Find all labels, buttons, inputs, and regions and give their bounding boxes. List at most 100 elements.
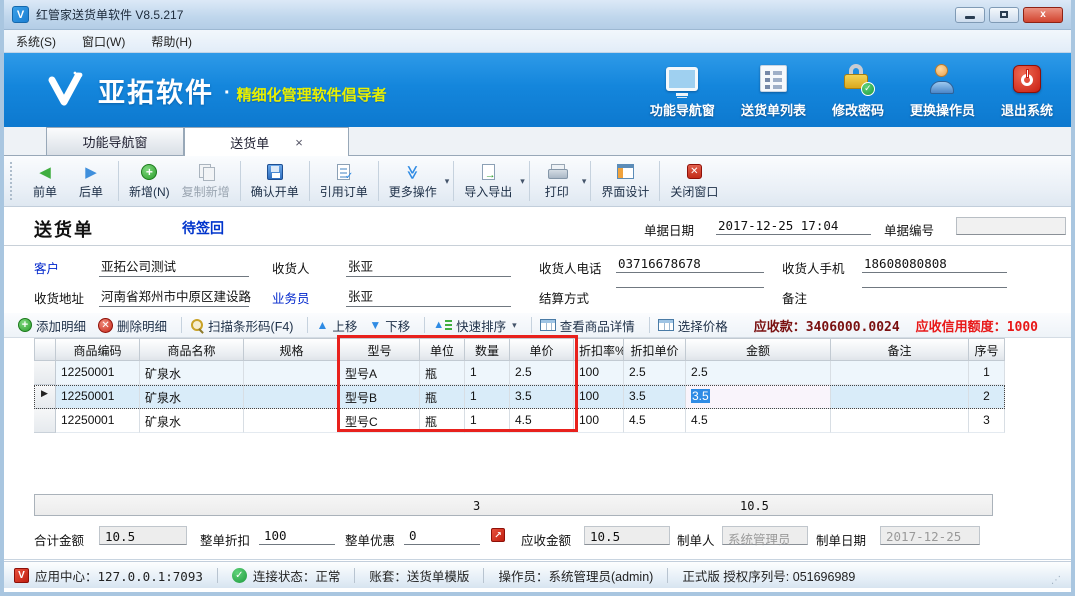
import-export-button[interactable]: 导入导出 bbox=[458, 161, 518, 202]
table-cell[interactable]: 4.5 bbox=[510, 409, 574, 433]
maximize-button[interactable] bbox=[989, 7, 1019, 23]
table-cell[interactable]: 2.5 bbox=[510, 361, 574, 385]
copy-new-button[interactable]: 复制新增 bbox=[176, 161, 236, 202]
reference-order-button[interactable]: ✓ 引用订单 bbox=[314, 161, 374, 202]
ui-design-button[interactable]: 界面设计 bbox=[595, 161, 655, 202]
menu-window[interactable]: 窗口(W) bbox=[82, 33, 125, 50]
column-header-4[interactable]: 型号 bbox=[340, 338, 420, 361]
total-field[interactable]: 10.5 bbox=[99, 526, 187, 545]
move-up-button[interactable]: ▲ 上移 bbox=[316, 316, 357, 335]
menu-system[interactable]: 系统(S) bbox=[16, 33, 56, 50]
column-header-8[interactable]: 折扣率% bbox=[574, 338, 624, 361]
table-cell[interactable] bbox=[831, 409, 969, 433]
table-cell[interactable]: 瓶 bbox=[420, 409, 465, 433]
toolbar-grip[interactable] bbox=[10, 162, 14, 200]
table-cell[interactable]: 2.5 bbox=[686, 361, 831, 385]
column-header-9[interactable]: 折扣单价 bbox=[624, 338, 686, 361]
view-product-button[interactable]: 查看商品详情 bbox=[540, 316, 635, 335]
salesman-label[interactable]: 业务员 bbox=[272, 288, 310, 307]
more-actions-button[interactable]: ≫ 更多操作 bbox=[383, 161, 443, 202]
table-row[interactable]: 12250001矿泉水型号A瓶12.51002.52.51 bbox=[34, 361, 1005, 385]
table-cell[interactable]: 3.5 bbox=[686, 385, 831, 409]
quick-sort-button[interactable]: ▲ 快速排序 ▾ bbox=[433, 316, 516, 335]
nav-window-button[interactable]: 功能导航窗 bbox=[650, 62, 715, 119]
delivery-list-button[interactable]: 送货单列表 bbox=[741, 62, 806, 119]
discount-field[interactable]: 100 bbox=[259, 526, 335, 545]
column-header-2[interactable]: 商品名称 bbox=[140, 338, 244, 361]
minimize-button[interactable] bbox=[955, 7, 985, 23]
tab-delivery-note[interactable]: 送货单 × bbox=[184, 127, 349, 156]
column-header-10[interactable]: 金额 bbox=[686, 338, 831, 361]
table-row[interactable]: 12250001矿泉水型号C瓶14.51004.54.53 bbox=[34, 409, 1005, 433]
table-cell[interactable]: 矿泉水 bbox=[140, 361, 244, 385]
prev-doc-button[interactable]: ◀ 前单 bbox=[22, 161, 68, 202]
tab-close-icon[interactable]: × bbox=[295, 135, 303, 150]
table-cell[interactable]: 100 bbox=[574, 361, 624, 385]
table-row[interactable]: ▶12250001矿泉水型号B瓶13.51003.53.52 bbox=[34, 385, 1005, 409]
doc-no-field[interactable] bbox=[956, 217, 1066, 235]
mobile-field[interactable]: 18608080808 bbox=[862, 256, 1007, 273]
address-field[interactable]: 河南省郑州市中原区建设路 bbox=[99, 286, 249, 307]
more-actions-caret-icon[interactable]: ▾ bbox=[445, 176, 450, 187]
table-cell[interactable] bbox=[244, 409, 340, 433]
table-cell[interactable]: 型号C bbox=[340, 409, 420, 433]
resize-grip[interactable]: ⋰ bbox=[1051, 575, 1061, 588]
table-cell[interactable]: 4.5 bbox=[624, 409, 686, 433]
note-field[interactable] bbox=[862, 286, 1007, 288]
table-cell[interactable]: 2.5 bbox=[624, 361, 686, 385]
table-cell[interactable]: 12250001 bbox=[56, 385, 140, 409]
customer-field[interactable]: 亚拓公司测试 bbox=[99, 256, 249, 277]
new-button[interactable]: + 新增(N) bbox=[123, 161, 176, 202]
table-cell[interactable]: 矿泉水 bbox=[140, 409, 244, 433]
due-field[interactable]: 10.5 bbox=[584, 526, 670, 545]
import-export-caret-icon[interactable]: ▾ bbox=[520, 176, 525, 187]
settle-field[interactable] bbox=[616, 286, 764, 288]
table-cell[interactable]: 4.5 bbox=[686, 409, 831, 433]
add-detail-button[interactable]: + 添加明细 bbox=[18, 316, 86, 335]
table-cell[interactable]: 3 bbox=[969, 409, 1005, 433]
delete-detail-button[interactable]: ✕ 删除明细 bbox=[98, 316, 167, 335]
recalc-icon[interactable]: ↗ bbox=[491, 528, 505, 542]
table-cell[interactable]: 瓶 bbox=[420, 361, 465, 385]
table-cell[interactable]: 1 bbox=[465, 361, 510, 385]
print-button[interactable]: 打印 bbox=[534, 161, 580, 202]
confirm-button[interactable]: 确认开单 bbox=[245, 161, 305, 202]
scan-barcode-button[interactable]: 扫描条形码(F4) bbox=[190, 316, 293, 335]
receiver-field[interactable]: 张亚 bbox=[346, 256, 511, 277]
select-price-button[interactable]: 选择价格 bbox=[658, 316, 728, 335]
column-header-12[interactable]: 序号 bbox=[969, 338, 1005, 361]
print-caret-icon[interactable]: ▾ bbox=[582, 176, 587, 187]
customer-label[interactable]: 客户 bbox=[34, 258, 59, 277]
table-cell[interactable]: 12250001 bbox=[56, 361, 140, 385]
table-cell[interactable]: 100 bbox=[574, 409, 624, 433]
change-password-button[interactable]: ✓ 修改密码 bbox=[832, 62, 884, 119]
table-cell[interactable] bbox=[244, 361, 340, 385]
next-doc-button[interactable]: ▶ 后单 bbox=[68, 161, 114, 202]
table-cell[interactable]: 1 bbox=[465, 385, 510, 409]
table-cell[interactable] bbox=[244, 385, 340, 409]
move-down-button[interactable]: ▼ 下移 bbox=[369, 316, 410, 335]
table-cell[interactable]: 1 bbox=[969, 361, 1005, 385]
table-cell[interactable]: 3.5 bbox=[624, 385, 686, 409]
editing-cell-selection[interactable]: 3.5 bbox=[691, 389, 710, 403]
column-header-6[interactable]: 数量 bbox=[465, 338, 510, 361]
close-button[interactable]: x bbox=[1023, 7, 1063, 23]
switch-operator-button[interactable]: 更换操作员 bbox=[910, 62, 975, 119]
phone-field[interactable]: 03716678678 bbox=[616, 256, 764, 273]
column-header-5[interactable]: 单位 bbox=[420, 338, 465, 361]
table-cell[interactable]: 100 bbox=[574, 385, 624, 409]
table-cell[interactable]: 1 bbox=[465, 409, 510, 433]
column-header-1[interactable]: 商品编码 bbox=[56, 338, 140, 361]
doc-date-field[interactable]: 2017-12-25 17:04 bbox=[716, 218, 871, 235]
table-cell[interactable]: 2 bbox=[969, 385, 1005, 409]
exit-system-button[interactable]: 退出系统 bbox=[1001, 62, 1053, 119]
tab-nav-window[interactable]: 功能导航窗 bbox=[46, 127, 184, 155]
table-cell[interactable] bbox=[831, 361, 969, 385]
table-cell[interactable]: 12250001 bbox=[56, 409, 140, 433]
column-header-3[interactable]: 规格 bbox=[244, 338, 340, 361]
table-cell[interactable]: 3.5 bbox=[510, 385, 574, 409]
column-header-11[interactable]: 备注 bbox=[831, 338, 969, 361]
menu-help[interactable]: 帮助(H) bbox=[151, 33, 192, 50]
salesman-field[interactable]: 张亚 bbox=[346, 286, 511, 307]
column-header-7[interactable]: 单价 bbox=[510, 338, 574, 361]
